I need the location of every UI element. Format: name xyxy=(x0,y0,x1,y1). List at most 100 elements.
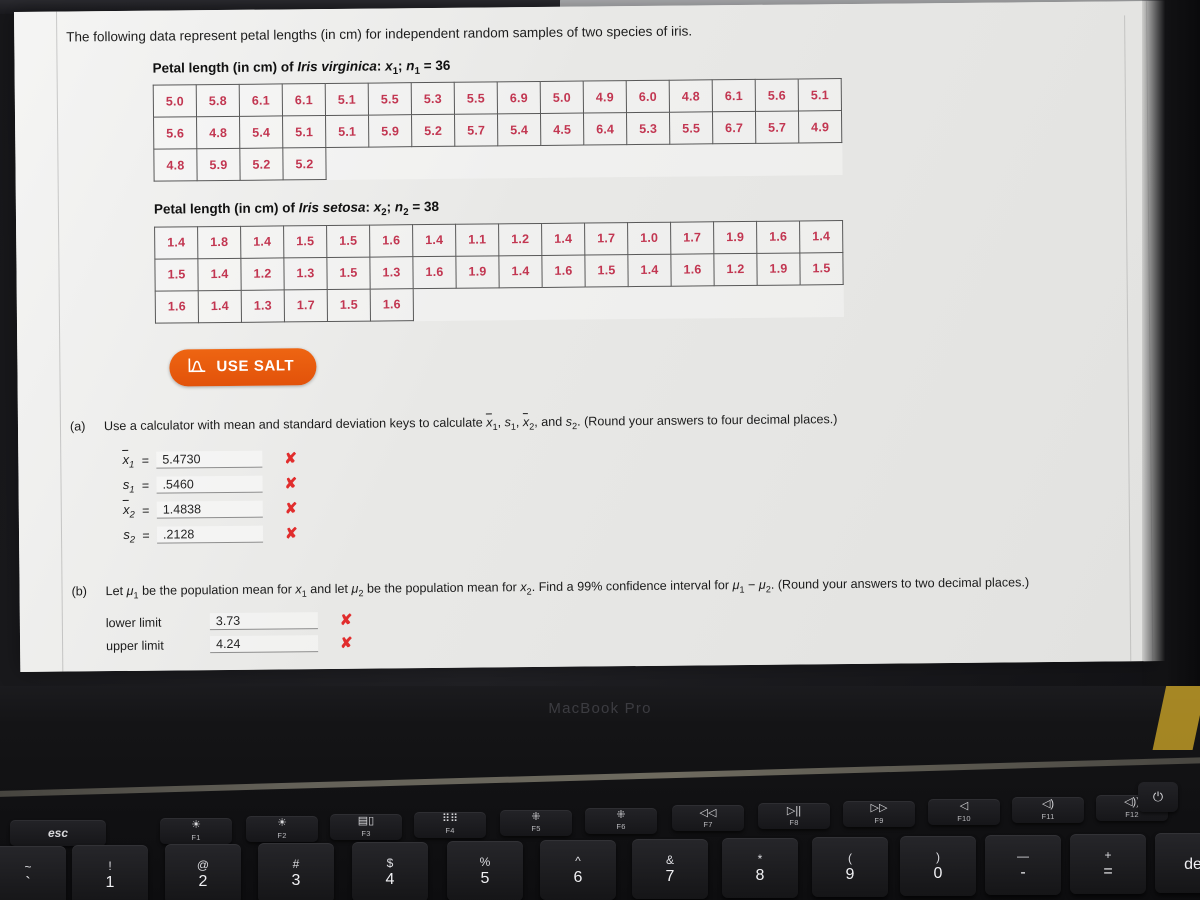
table-cell-empty xyxy=(326,147,369,179)
table-cell: 5.2 xyxy=(282,147,327,181)
number-key-row: ~ `! 1 @2 #3 $4 % 5 ^ 6 & 7 * 8(9) 0— - + = de xyxy=(0,832,1200,900)
answer-input-2[interactable]: .5460 xyxy=(156,475,263,494)
function-key-label: F9 xyxy=(874,815,884,825)
table-cell-empty xyxy=(799,143,842,175)
key-shift-label: $ xyxy=(386,855,394,870)
table-setosa: 1.4 1.8 1.4 1.5 1.5 1.6 1.4 1.1 1.2 1.4 1.7 1.0 1.7 1… xyxy=(154,219,844,324)
key-shift-label: * xyxy=(757,851,763,866)
minus-key[interactable]: — - xyxy=(985,835,1061,895)
part-a-sym-s1-sub: 1 xyxy=(510,421,516,432)
fast-forward-key[interactable]: ▷▷ F9 xyxy=(843,801,915,828)
table-cell-empty xyxy=(756,143,799,175)
answer-symbol-base: x xyxy=(123,501,130,517)
keyboard-backlight-up-key[interactable]: ⁜ F6 xyxy=(585,807,657,834)
table-cell: 1.5 xyxy=(154,258,199,292)
key-primary-label: 2 xyxy=(198,872,208,890)
table-cell: 4.8 xyxy=(196,116,240,150)
answer-input-1[interactable]: 5.4730 xyxy=(156,450,263,469)
table-cell: 1.9 xyxy=(713,221,757,254)
table-cell: 5.6 xyxy=(153,117,197,150)
key-shift-label: ! xyxy=(108,858,112,873)
key-primary-label: 9 xyxy=(845,865,855,883)
one-key[interactable]: ! 1 xyxy=(72,845,148,900)
table-cell: 1.8 xyxy=(197,226,241,259)
zero-key[interactable]: ) 0 xyxy=(900,836,976,896)
table-cell: 5.9 xyxy=(196,148,241,181)
seven-key[interactable]: & 7 xyxy=(632,839,708,899)
eight-key[interactable]: * 8 xyxy=(722,838,798,898)
six-key[interactable]: ^ 6 xyxy=(540,840,616,900)
part-a: (a) Use a calculator with mean and stand… xyxy=(70,407,1130,438)
answer-input-4[interactable]: .2128 xyxy=(156,525,264,544)
table-cell: 1.4 xyxy=(498,255,543,288)
table-cell: 5.0 xyxy=(540,81,584,114)
mute-key[interactable]: ◁ F10 xyxy=(928,799,1000,826)
table-cell-empty xyxy=(369,147,412,179)
table1-n: n xyxy=(406,57,415,73)
table-row: 1.6 1.4 1.3 1.7 1.5 1.6 xyxy=(155,284,843,324)
part-a-sym-x1: x xyxy=(486,415,493,430)
two-key[interactable]: @2 xyxy=(165,844,241,900)
answer-input-3[interactable]: 1.4838 xyxy=(156,500,263,519)
key-primary-label: 0 xyxy=(933,864,943,882)
key-primary-label: de xyxy=(1184,855,1200,873)
table-cell: 4.5 xyxy=(540,113,584,146)
table1-title-prefix: Petal length (in cm) of xyxy=(152,58,298,76)
key-primary-label: = xyxy=(1103,862,1113,880)
use-salt-label: USE SALT xyxy=(216,357,295,376)
table-cell: 1.2 xyxy=(713,253,758,286)
three-key[interactable]: #3 xyxy=(258,843,334,900)
tilde-key[interactable]: ~ ` xyxy=(0,846,66,900)
function-key-label: F11 xyxy=(1041,811,1055,821)
delete-key[interactable]: de xyxy=(1155,833,1200,893)
table-cell-empty xyxy=(542,287,585,319)
table-cell-empty xyxy=(800,284,843,316)
part-b-t2: be the population mean for xyxy=(138,582,296,598)
table-cell: 1.3 xyxy=(369,256,414,290)
part-b-t6: . (Round your answers to two decimal pla… xyxy=(770,575,1030,592)
table-cell: 1.4 xyxy=(154,226,198,260)
function-key-label: F8 xyxy=(789,818,799,828)
lower-limit-input[interactable]: 3.73 xyxy=(209,612,318,631)
table-cell: 1.0 xyxy=(627,222,671,255)
table-cell: 5.6 xyxy=(755,79,799,112)
table-cell: 1.7 xyxy=(284,289,328,322)
incorrect-mark-icon: ✘ xyxy=(284,450,297,468)
table-cell: 1.1 xyxy=(455,223,499,257)
table-cell: 5.4 xyxy=(239,116,283,149)
nine-key[interactable]: (9 xyxy=(812,837,888,897)
table-cell: 5.7 xyxy=(755,111,799,144)
equals-key[interactable]: + = xyxy=(1070,834,1146,894)
table-cell: 1.3 xyxy=(283,257,328,290)
power-key[interactable]: ⏻ xyxy=(1138,782,1178,812)
incorrect-mark-icon: ✘ xyxy=(339,611,353,630)
table-cell: 6.1 xyxy=(239,84,283,117)
equals-sign: = xyxy=(141,453,150,468)
table-cell: 5.3 xyxy=(626,112,670,145)
macbook-brand-label: MacBook Pro xyxy=(548,700,652,717)
table-cell: 1.5 xyxy=(326,225,370,258)
rewind-key[interactable]: ◁◁ F7 xyxy=(672,805,744,832)
table-cell: 1.5 xyxy=(283,225,327,258)
five-key[interactable]: % 5 xyxy=(447,841,523,900)
table-cell: 1.2 xyxy=(240,257,285,291)
table-cell: 4.9 xyxy=(798,110,842,144)
part-b-tag: (b) xyxy=(71,584,88,599)
table-cell: 1.5 xyxy=(327,289,371,322)
key-shift-label: ^ xyxy=(575,853,581,868)
play-pause-key[interactable]: ▷|| F8 xyxy=(758,803,830,830)
part-b: (b) Let μ1 be the population mean for x1… xyxy=(71,572,1131,603)
part-a-text-3: . (Round your answers to four decimal pl… xyxy=(577,412,838,429)
part-a-sym-x1-sub: 1 xyxy=(492,421,498,432)
launchpad-icon: ⠿⠿ xyxy=(441,812,459,825)
volume-down-key[interactable]: ◁) F11 xyxy=(1012,797,1084,823)
question-content: The following data represent petal lengt… xyxy=(66,9,1133,672)
webpage-surface: The following data represent petal lengt… xyxy=(14,0,1173,672)
table-cell: 5.5 xyxy=(368,82,412,116)
part-a-tag: (a) xyxy=(69,419,86,434)
four-key[interactable]: $4 xyxy=(352,842,428,900)
table-cell-empty xyxy=(627,144,670,176)
table1-n-eq: = 36 xyxy=(419,57,451,73)
use-salt-button[interactable]: USE SALT xyxy=(169,348,317,387)
upper-limit-input[interactable]: 4.24 xyxy=(210,635,319,654)
